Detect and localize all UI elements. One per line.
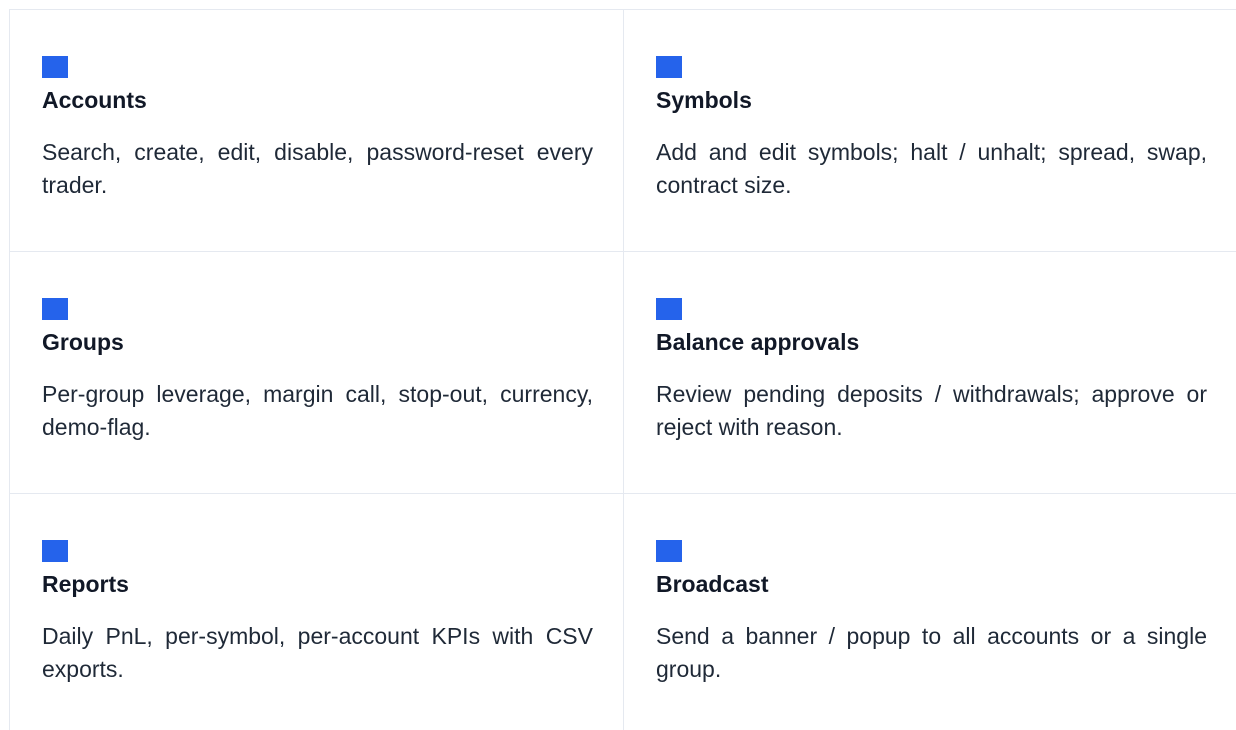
feature-title: Broadcast bbox=[656, 571, 769, 597]
feature-title: Reports bbox=[42, 571, 129, 597]
feature-description: Search, create, edit, disable, password-… bbox=[42, 139, 593, 198]
feature-title: Accounts bbox=[42, 87, 147, 113]
feature-title: Symbols bbox=[656, 87, 752, 113]
feature-card-balance-approvals: Balance approvals Review pending deposit… bbox=[624, 252, 1236, 494]
feature-description: Add and edit symbols; halt / unhalt; spr… bbox=[656, 139, 1207, 198]
square-icon bbox=[656, 298, 682, 320]
feature-card-groups: Groups Per-group leverage, margin call, … bbox=[10, 252, 624, 494]
feature-title: Balance approvals bbox=[656, 329, 860, 355]
feature-description: Daily PnL, per-symbol, per-account KPIs … bbox=[42, 623, 593, 682]
feature-card-accounts: Accounts Search, create, edit, disable, … bbox=[10, 10, 624, 252]
square-icon bbox=[656, 540, 682, 562]
square-icon bbox=[42, 56, 68, 78]
feature-card-broadcast: Broadcast Send a banner / popup to all a… bbox=[624, 494, 1236, 730]
feature-description: Send a banner / popup to all accounts or… bbox=[656, 623, 1207, 682]
feature-description: Review pending deposits / withdrawals; a… bbox=[656, 381, 1207, 440]
feature-grid: Accounts Search, create, edit, disable, … bbox=[9, 9, 1236, 730]
feature-card-reports: Reports Daily PnL, per-symbol, per-accou… bbox=[10, 494, 624, 730]
square-icon bbox=[42, 540, 68, 562]
feature-description: Per-group leverage, margin call, stop-ou… bbox=[42, 381, 593, 440]
square-icon bbox=[656, 56, 682, 78]
feature-title: Groups bbox=[42, 329, 124, 355]
feature-card-symbols: Symbols Add and edit symbols; halt / unh… bbox=[624, 10, 1236, 252]
square-icon bbox=[42, 298, 68, 320]
